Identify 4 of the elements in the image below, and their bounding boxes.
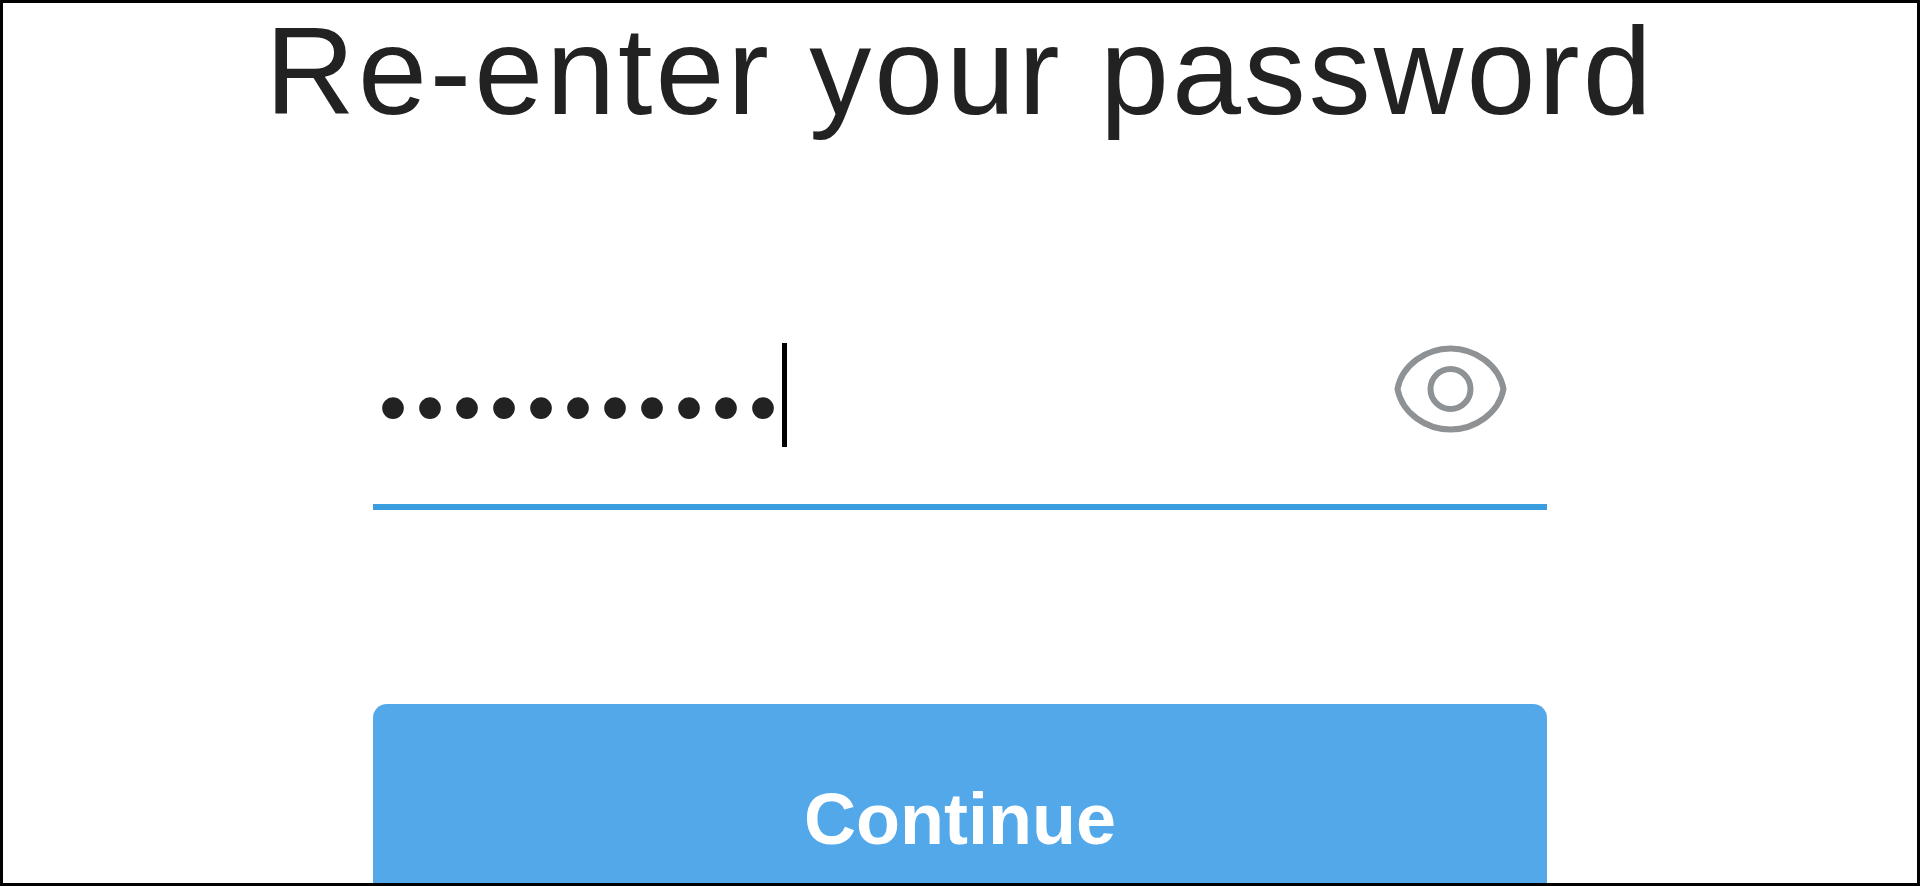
eye-icon[interactable] bbox=[1394, 344, 1507, 433]
page-title: Re-enter your password bbox=[265, 3, 1655, 141]
masked-password: ••••••••••• bbox=[379, 367, 787, 448]
password-field[interactable]: ••••••••••• bbox=[373, 334, 1547, 510]
